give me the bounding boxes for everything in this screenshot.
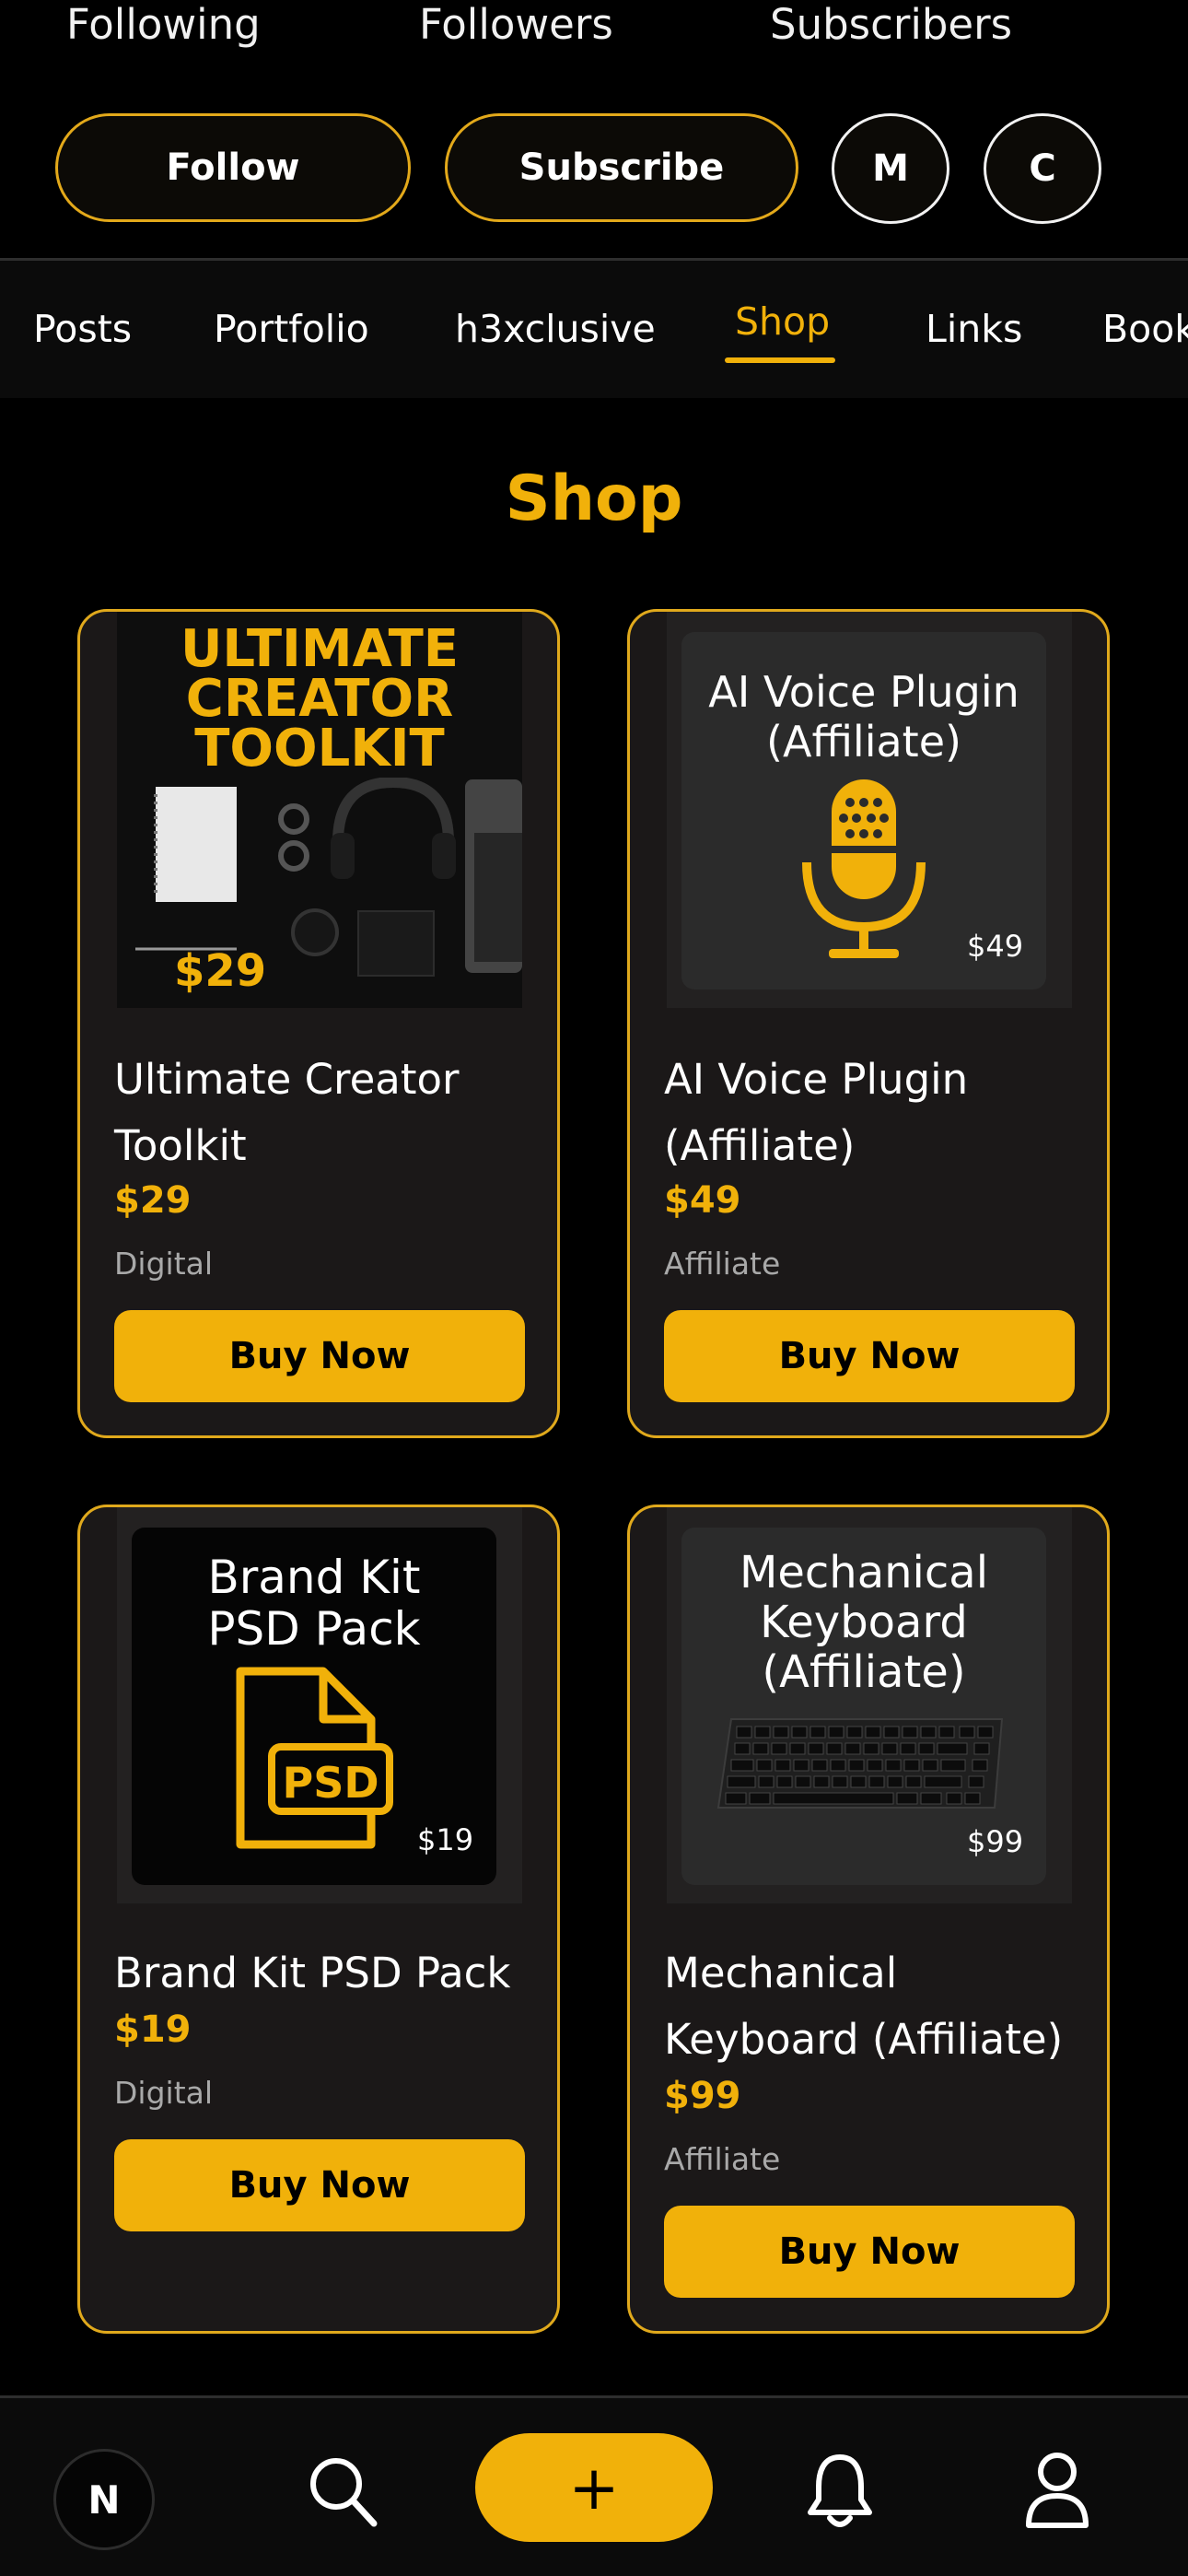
buy-now-button[interactable]: Buy Now <box>114 2139 525 2231</box>
product-category: Digital <box>114 1246 214 1282</box>
image-title-line: PSD Pack <box>207 1602 421 1656</box>
buy-now-button[interactable]: Buy Now <box>664 1310 1075 1402</box>
product-price: $99 <box>664 2075 741 2117</box>
microphone-icon <box>802 779 926 958</box>
buy-now-button[interactable]: Buy Now <box>114 1310 525 1402</box>
image-title-line: (Affiliate) <box>766 717 961 767</box>
product-image: Mechanical Keyboard (Affiliate) $99 <box>667 1507 1072 1903</box>
image-price: $49 <box>967 929 1024 964</box>
product-image: AI Voice Plugin (Affiliate) $49 <box>667 612 1072 1008</box>
product-category: Affiliate <box>664 1246 781 1282</box>
product-price: $49 <box>664 1179 741 1222</box>
product-card[interactable]: ULTIMATE CREATOR TOOLKIT $29 Ultimate Cr… <box>77 609 560 1438</box>
product-image: Brand Kit PSD Pack PSD $19 <box>117 1507 522 1903</box>
keyboard-icon <box>716 1718 1004 1809</box>
follow-button[interactable]: Follow <box>55 113 411 222</box>
product-name: Ultimate Creator Toolkit <box>114 1055 460 1170</box>
product-name: AI Voice Plugin (Affiliate) <box>664 1055 969 1170</box>
buy-now-button[interactable]: Buy Now <box>664 2206 1075 2298</box>
psd-badge-text: PSD <box>282 1758 379 1808</box>
subscribe-button[interactable]: Subscribe <box>445 113 798 222</box>
product-category: Affiliate <box>664 2141 781 2177</box>
image-price: $19 <box>417 1822 474 1857</box>
tab-h3xclusive[interactable]: h3xclusive <box>455 307 656 351</box>
m-button[interactable]: M <box>832 113 949 224</box>
product-card[interactable]: AI Voice Plugin (Affiliate) $49 AI Voice… <box>627 609 1110 1438</box>
tab-portfolio[interactable]: Portfolio <box>214 307 369 351</box>
c-button[interactable]: C <box>984 113 1101 224</box>
profile-tabs: Posts Portfolio h3xclusive Shop Links Bo… <box>0 258 1188 398</box>
product-price: $29 <box>114 1179 192 1222</box>
profile-icon[interactable] <box>1024 2450 1090 2529</box>
image-title-line: TOOLKIT <box>194 719 445 779</box>
image-title-line: Keyboard <box>760 1597 968 1648</box>
product-card[interactable]: Brand Kit PSD Pack PSD $19 Brand Kit PSD… <box>77 1505 560 2334</box>
image-price: $99 <box>967 1824 1024 1859</box>
page-title: Shop <box>505 463 683 535</box>
image-title-line: ULTIMATE <box>180 619 460 679</box>
avatar[interactable]: N <box>53 2449 155 2550</box>
create-button[interactable]: + <box>475 2433 713 2542</box>
bottom-nav: N + <box>0 2395 1188 2576</box>
image-price: $29 <box>174 945 267 997</box>
product-card[interactable]: Mechanical Keyboard (Affiliate) $99 Mech… <box>627 1505 1110 2334</box>
product-name: Brand Kit PSD Pack <box>114 1949 511 1997</box>
product-price: $19 <box>114 2008 192 2051</box>
tab-posts[interactable]: Posts <box>33 307 132 351</box>
image-title-line: Mechanical <box>739 1547 989 1598</box>
following-label[interactable]: Following <box>66 0 261 49</box>
product-name: Mechanical Keyboard (Affiliate) <box>664 1949 1064 2064</box>
followers-label[interactable]: Followers <box>419 0 613 49</box>
tab-links[interactable]: Links <box>926 307 1022 351</box>
subscribers-label[interactable]: Subscribers <box>770 0 1012 49</box>
tab-shop[interactable]: Shop <box>735 299 830 344</box>
search-icon[interactable] <box>308 2455 378 2529</box>
image-title-line: AI Voice Plugin <box>708 667 1019 717</box>
notifications-bell-icon[interactable] <box>807 2452 873 2531</box>
active-tab-indicator <box>725 357 835 363</box>
image-title-line: Brand Kit <box>207 1551 421 1604</box>
image-title-line: CREATOR <box>185 669 454 729</box>
image-title-line: (Affiliate) <box>762 1646 966 1698</box>
product-image: ULTIMATE CREATOR TOOLKIT $29 <box>117 612 522 1008</box>
product-category: Digital <box>114 2075 214 2111</box>
tab-book[interactable]: Book <box>1102 307 1188 351</box>
